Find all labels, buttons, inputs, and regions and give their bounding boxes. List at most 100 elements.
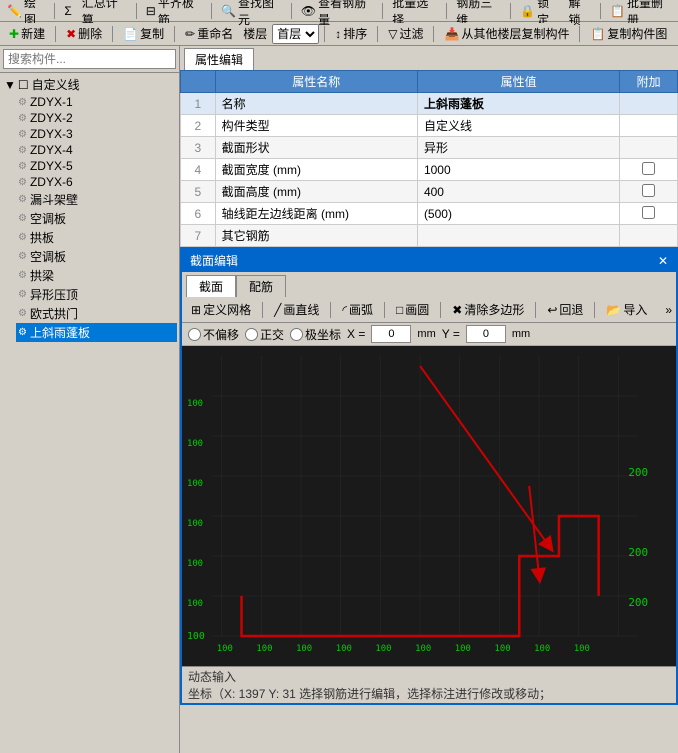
prop-value-4[interactable]: 400 <box>417 181 619 203</box>
x-input[interactable] <box>371 325 411 343</box>
svg-text:100: 100 <box>534 644 550 654</box>
prop-name-3: 截面宽度 (mm) <box>215 159 417 181</box>
undo-btn[interactable]: ↩ 回退 <box>542 299 588 320</box>
tree-item-4[interactable]: ⚙ ZDYX-5 <box>16 158 177 174</box>
row-num-5: 6 <box>181 203 216 225</box>
sep10 <box>112 26 113 42</box>
expand-icon[interactable]: » <box>665 303 672 317</box>
draw-arc-btn[interactable]: ◜ 画弧 <box>337 299 378 320</box>
radio-normal[interactable]: 正交 <box>245 326 284 343</box>
tree-item-7[interactable]: ⚙ 空调板 <box>16 209 177 228</box>
svg-text:100: 100 <box>415 644 431 654</box>
sep13 <box>377 26 378 42</box>
cog-icon-9: ⚙ <box>18 251 27 262</box>
sec-sep6 <box>594 302 595 318</box>
prop-extra-0 <box>620 93 678 115</box>
draw-icon: ✏️ <box>7 4 22 18</box>
tab-property[interactable]: 属性编辑 <box>184 48 254 70</box>
prop-extra-5[interactable] <box>620 203 678 225</box>
tree-item-3[interactable]: ⚙ ZDYX-4 <box>16 142 177 158</box>
sigma-btn[interactable]: Σ <box>61 3 74 19</box>
svg-text:100: 100 <box>187 439 203 449</box>
drawing-area: 200 200 200 100 100 100 100 100 100 100 … <box>182 346 676 666</box>
checkbox-root[interactable]: ☐ <box>18 78 29 92</box>
sep4 <box>291 3 292 19</box>
sep9 <box>55 26 56 42</box>
prop-name-6: 其它钢筋 <box>215 225 417 247</box>
svg-text:100: 100 <box>455 644 471 654</box>
property-editor: 属性编辑 属性名称 属性值 附加 1名称上斜雨蓬板2构件类型自定义线3截面形状异… <box>180 46 678 247</box>
cog-icon-3: ⚙ <box>18 145 27 156</box>
clear-poly-btn[interactable]: ✖ 清除多边形 <box>447 299 529 320</box>
define-grid-btn[interactable]: ⊞ 定义网格 <box>186 299 256 320</box>
sep8 <box>600 3 601 19</box>
tree-item-10[interactable]: ⚙ 拱梁 <box>16 266 177 285</box>
tree-item-5[interactable]: ⚙ ZDYX-6 <box>16 174 177 190</box>
top-toolbar: ✏️ 绘图 Σ 汇总计算 ⊟ 平齐板筋 🔍 查找图元 👁 查看钢筋量 批量选择 … <box>0 0 678 22</box>
sep5 <box>382 3 383 19</box>
prop-value-5[interactable]: (500) <box>417 203 619 225</box>
search-input[interactable] <box>3 49 176 69</box>
y-input[interactable] <box>466 325 506 343</box>
radio-no-offset[interactable]: 不偏移 <box>188 326 239 343</box>
cog-icon-0: ⚙ <box>18 97 27 108</box>
copy-btn[interactable]: 📄 复制 <box>118 23 169 44</box>
svg-text:200: 200 <box>628 466 648 479</box>
prop-value-1[interactable]: 自定义线 <box>417 115 619 137</box>
tab-rebar[interactable]: 配筋 <box>236 275 286 297</box>
prop-extra-4[interactable] <box>620 181 678 203</box>
section-tabs: 截面 配筋 <box>182 272 676 297</box>
tree-item-6[interactable]: ⚙ 漏斗架壁 <box>16 190 177 209</box>
new-btn[interactable]: ✚ 新建 <box>4 23 50 44</box>
tree-item-12[interactable]: ⚙ 欧式拱门 <box>16 304 177 323</box>
view-rebar-icon: 👁 <box>301 4 316 18</box>
copy-component-btn[interactable]: 📋 复制构件图 <box>585 23 672 44</box>
table-row: 5截面高度 (mm)400 <box>181 181 678 203</box>
svg-text:100: 100 <box>574 644 590 654</box>
tree-item-11[interactable]: ⚙ 异形压顶 <box>16 285 177 304</box>
table-row: 2构件类型自定义线 <box>181 115 678 137</box>
tree-item-2[interactable]: ⚙ ZDYX-3 <box>16 126 177 142</box>
tree-item-13[interactable]: ⚙ 上斜雨蓬板 <box>16 323 177 342</box>
prop-value-3[interactable]: 1000 <box>417 159 619 181</box>
prop-value-6[interactable] <box>417 225 619 247</box>
sep2 <box>136 3 137 19</box>
draw-line-btn[interactable]: ╱ 画直线 <box>269 299 324 320</box>
prop-extra-6 <box>620 225 678 247</box>
cog-icon-2: ⚙ <box>18 129 27 140</box>
tree-item-0[interactable]: ⚙ ZDYX-1 <box>16 94 177 110</box>
sep7 <box>510 3 511 19</box>
tree-item-9[interactable]: ⚙ 空调板 <box>16 247 177 266</box>
filter-btn[interactable]: ▽ 过滤 <box>383 23 428 44</box>
draw-rect-btn[interactable]: □ 画圆 <box>391 299 434 320</box>
rect-icon: □ <box>396 303 403 317</box>
from-other-btn[interactable]: 📥 从其他楼层复制构件 <box>439 23 574 44</box>
rename-btn[interactable]: ✏ 重命名 <box>180 23 238 44</box>
sort-btn[interactable]: ↕ 排序 <box>330 23 372 44</box>
cog-icon-1: ⚙ <box>18 113 27 124</box>
radio-polar[interactable]: 极坐标 <box>290 326 341 343</box>
sort-icon: ↕ <box>335 27 341 41</box>
prop-extra-3[interactable] <box>620 159 678 181</box>
row-num-0: 1 <box>181 93 216 115</box>
find-icon: 🔍 <box>221 4 236 18</box>
tree-item-8[interactable]: ⚙ 拱板 <box>16 228 177 247</box>
tree-item-1[interactable]: ⚙ ZDYX-2 <box>16 110 177 126</box>
main-area: ▼ ☐ 自定义线 ⚙ ZDYX-1 ⚙ ZDYX-2 ⚙ ZDYX-3 ⚙ <box>0 46 678 753</box>
filter-icon: ▽ <box>388 27 397 41</box>
cog-icon-12: ⚙ <box>18 308 27 319</box>
close-icon[interactable]: ✕ <box>658 254 668 268</box>
row-num-3: 4 <box>181 159 216 181</box>
prop-value-2[interactable]: 异形 <box>417 137 619 159</box>
tree-area: ▼ ☐ 自定义线 ⚙ ZDYX-1 ⚙ ZDYX-2 ⚙ ZDYX-3 ⚙ <box>0 73 179 753</box>
tab-section[interactable]: 截面 <box>186 275 236 297</box>
sec-sep2 <box>330 302 331 318</box>
annotation-overlay: 200 200 200 100 100 100 100 100 100 100 … <box>182 346 676 666</box>
import-btn[interactable]: 📂 导入 <box>601 299 652 320</box>
tree-root[interactable]: ▼ ☐ 自定义线 <box>2 75 177 94</box>
delete-icon: ✖ <box>66 27 76 41</box>
delete-btn[interactable]: ✖ 删除 <box>61 23 107 44</box>
floor-select[interactable]: 首层 <box>272 24 319 44</box>
svg-text:100: 100 <box>217 644 233 654</box>
y-label: Y = <box>442 327 460 341</box>
